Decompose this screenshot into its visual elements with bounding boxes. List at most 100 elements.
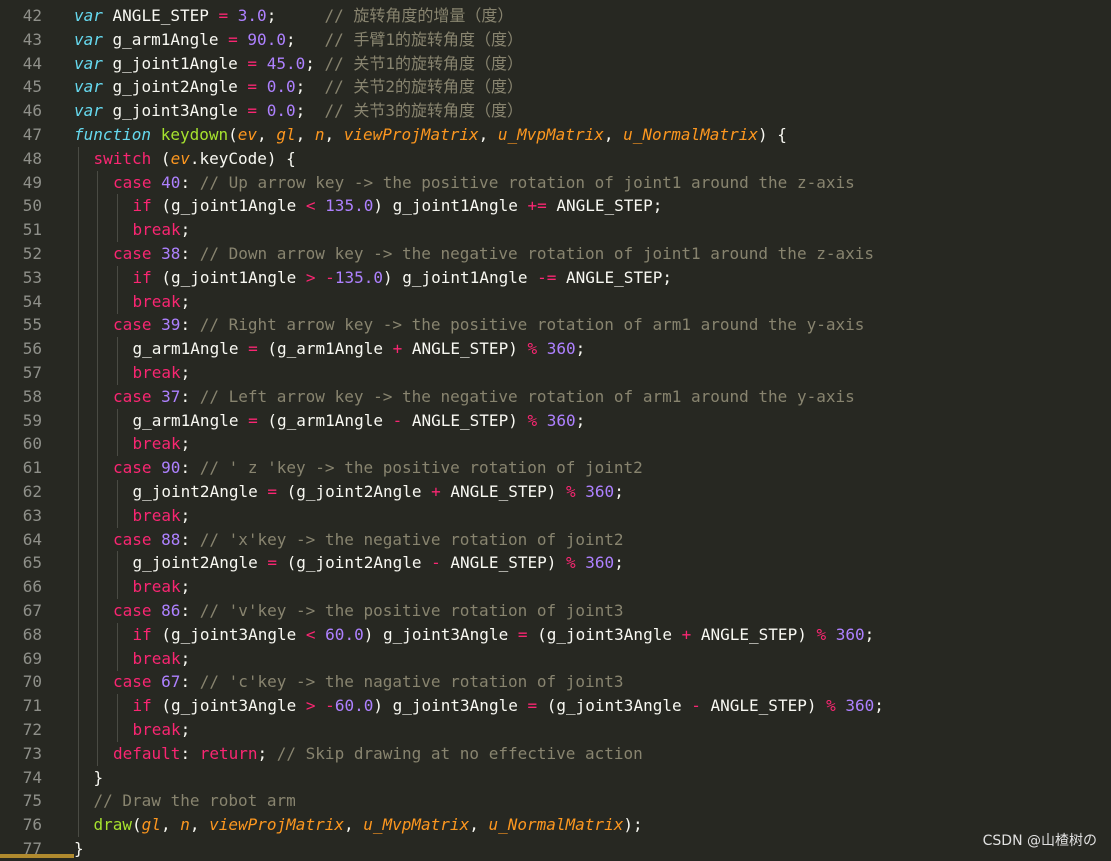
code-token: ANGLE_STEP [102, 6, 219, 25]
code-line[interactable]: 64 case 88: // 'x'key -> the negative rot… [0, 527, 1111, 552]
code-token: += [527, 196, 547, 216]
code-token: ) g_joint1Angle [373, 196, 528, 216]
code-token: < [305, 624, 316, 644]
code-text: break; [133, 290, 191, 314]
indent-guide [117, 575, 118, 600]
code-token: switch [93, 148, 152, 168]
indent-guide [117, 361, 118, 385]
code-line[interactable]: 47 function keydown(ev, gl, n, viewProjMa… [0, 123, 1111, 147]
code-token: } [74, 839, 84, 858]
line-number: 47 [22, 125, 42, 144]
code-line[interactable]: 46 var g_joint3Angle = 0.0; // 关节3的旋转角度（度… [0, 99, 1111, 123]
code-token: viewProjMatrix [343, 125, 479, 144]
indent-guide [117, 432, 118, 457]
code-token: ; [266, 6, 325, 25]
code-line[interactable]: 71 if (g_joint3Angle > -60.0) g_joint3Ang… [0, 694, 1111, 719]
code-line[interactable]: 67 case 86: // 'v'key -> the positive rot… [0, 599, 1111, 623]
code-token: 0.0 [266, 101, 296, 121]
code-line[interactable]: 50 if (g_joint1Angle < 135.0) g_joint1Ang… [0, 194, 1111, 219]
code-token: u_MvpMatrix [497, 125, 604, 144]
code-line[interactable]: 60 break; [0, 432, 1111, 457]
code-token: = [267, 482, 277, 501]
code-text: var g_joint1Angle = 45.0; // 关节1的旋转角度（度） [74, 52, 523, 76]
code-line[interactable]: 62 g_joint2Angle = (g_joint2Angle + ANGLE… [0, 480, 1111, 504]
indent-guide [78, 408, 79, 433]
code-token: ; [295, 101, 325, 121]
indent-guide [117, 480, 118, 504]
code-token: 135.0 [325, 196, 374, 216]
code-line[interactable]: 48 switch (ev.keyCode) { [0, 146, 1111, 171]
code-token: ( [228, 125, 238, 144]
horizontal-scroll-marker [0, 854, 74, 858]
code-line[interactable]: 57 break; [0, 361, 1111, 385]
code-line[interactable]: 55 case 39: // Right arrow key -> the pos… [0, 313, 1111, 338]
indent-guide [97, 456, 98, 481]
code-line[interactable]: 44 var g_joint1Angle = 45.0; // 关节1的旋转角度（… [0, 52, 1111, 76]
code-token: var [74, 29, 103, 49]
code-line[interactable]: 73 default: return; // Skip drawing at no… [0, 741, 1111, 766]
code-line[interactable]: 74} [0, 765, 1111, 790]
code-line[interactable]: 69 break; [0, 646, 1111, 671]
indent-guide [97, 575, 98, 600]
indent-guide [78, 218, 79, 243]
code-token: ANGLE_STEP) [402, 410, 528, 430]
watermark: CSDN @山楂树の [982, 833, 1097, 849]
code-token: case [113, 172, 152, 192]
code-token: < [305, 196, 316, 216]
line-number: 65 [22, 553, 42, 573]
code-line[interactable]: 65 g_joint2Angle = (g_joint2Angle - ANGLE… [0, 551, 1111, 576]
code-line[interactable]: 72 break; [0, 718, 1111, 742]
code-line[interactable]: 51 break; [0, 218, 1111, 243]
indent-guide [78, 551, 79, 576]
code-token: ; [285, 29, 325, 49]
indent-guide [78, 194, 79, 219]
indent-guide [117, 337, 118, 362]
code-token: , [160, 815, 181, 835]
code-token: u_NormalMatrix [623, 125, 758, 144]
indent-guide [117, 718, 118, 742]
code-text: case 67: // 'c'key -> the nagative rotat… [113, 670, 624, 694]
code-line[interactable]: 76 draw(gl, n, viewProjMatrix, u_MvpMatri… [0, 813, 1111, 838]
indent-guide [78, 456, 79, 481]
indent-guide [117, 551, 118, 576]
indent-guide [78, 599, 79, 623]
code-token: (g_joint1Angle [151, 267, 306, 287]
code-line[interactable]: 43 var g_arm1Angle = 90.0; // 手臂1的旋转角度（度） [0, 28, 1111, 52]
indent-guide [97, 242, 98, 266]
code-editor[interactable]: 42 var ANGLE_STEP = 3.0; // 旋转角度的增量（度） 43 v… [0, 0, 1111, 858]
code-token: ) g_joint3Angle [363, 624, 518, 644]
code-token: g_arm1Angle [132, 410, 249, 430]
code-line[interactable]: 68 if (g_joint3Angle < 60.0) g_joint3Angl… [0, 622, 1111, 647]
code-line[interactable]: 59 g_arm1Angle = (g_arm1Angle - ANGLE_STE… [0, 408, 1111, 433]
code-token: ANGLE_STEP) [691, 624, 817, 644]
code-token: 39 [161, 315, 181, 335]
code-token: 360 [546, 410, 576, 430]
code-line[interactable]: 61 case 90: // ' z 'key -> the positive r… [0, 456, 1111, 481]
code-line[interactable]: 56 g_arm1Angle = (g_arm1Angle + ANGLE_STE… [0, 337, 1111, 362]
code-line[interactable]: 77} [0, 837, 1111, 861]
code-line[interactable]: 49 case 40: // Up arrow key -> the positi… [0, 170, 1111, 195]
code-token: ; [575, 410, 586, 430]
code-token: } [93, 767, 104, 787]
code-token: 60.0 [334, 696, 374, 716]
code-token: -= [537, 267, 557, 287]
code-line[interactable]: 75 // Draw the robot arm [0, 789, 1111, 814]
code-line[interactable]: 54 break; [0, 289, 1111, 314]
code-line[interactable]: 58 case 37: // Left arrow key -> the nega… [0, 384, 1111, 409]
indent-guide [97, 384, 98, 409]
code-line[interactable]: 42 var ANGLE_STEP = 3.0; // 旋转角度的增量（度） [0, 4, 1111, 28]
line-number: 63 [22, 505, 42, 525]
code-line[interactable]: 66 break; [0, 575, 1111, 600]
code-line[interactable]: 53 if (g_joint1Angle > -135.0) g_joint1An… [0, 265, 1111, 290]
code-token: // 'c'key -> the nagative rotation of jo… [199, 672, 624, 692]
code-line[interactable]: 45 var g_joint2Angle = 0.0; // 关节2的旋转角度（度… [0, 75, 1111, 99]
code-line[interactable]: 63 break; [0, 503, 1111, 528]
code-line[interactable]: 70 case 67: // 'c'key -> the nagative rot… [0, 670, 1111, 695]
code-line[interactable]: 52 case 38: // Down arrow key -> the nega… [0, 242, 1111, 266]
code-text: break; [133, 575, 191, 599]
